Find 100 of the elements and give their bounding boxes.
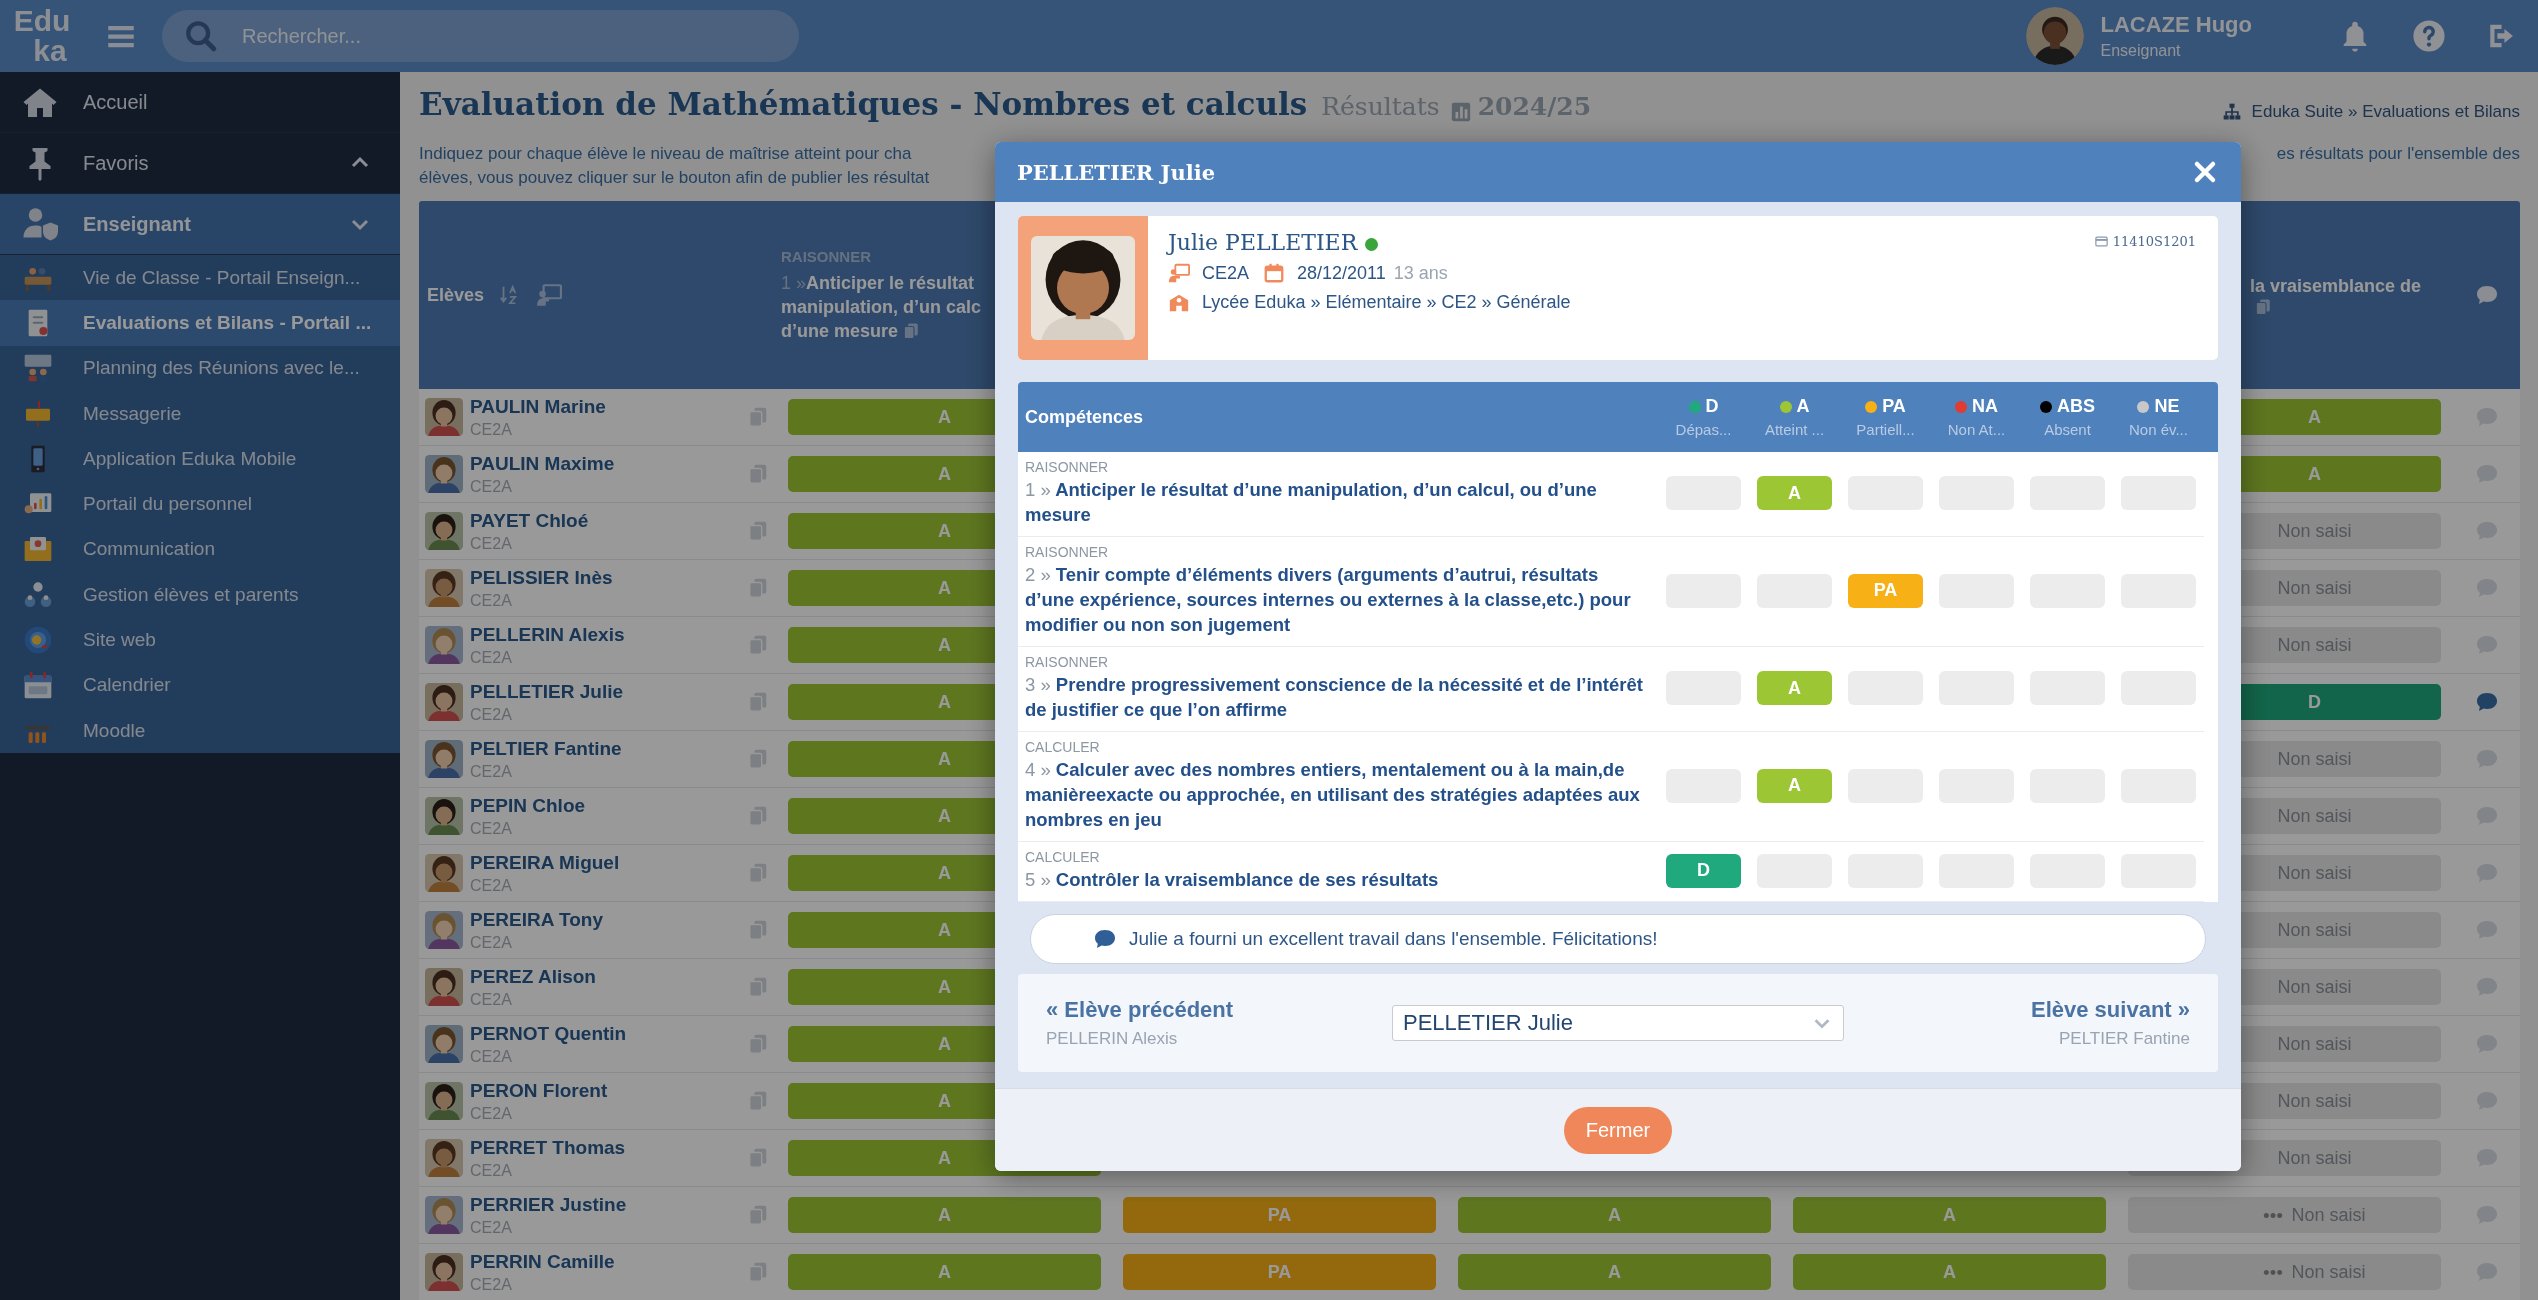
sitemap-icon: [2221, 102, 2242, 122]
sidebar-item[interactable]: Application Eduka Mobile: [0, 436, 400, 482]
student-name[interactable]: PERNOT Quentin: [470, 1022, 627, 1045]
level-cell[interactable]: PA: [1848, 573, 1923, 608]
sidebar-item[interactable]: Enseignant: [0, 194, 400, 255]
copy-icon[interactable]: [747, 463, 769, 485]
chart-icon: [1449, 101, 1472, 123]
sidebar-item[interactable]: Site web: [0, 617, 400, 663]
level-code: NA: [1972, 396, 1998, 417]
sidebar-item[interactable]: Gestion élèves et parents: [0, 572, 400, 618]
student-name[interactable]: PAYET Chloé: [470, 509, 589, 532]
comment-icon: [1093, 927, 1117, 951]
copy-icon[interactable]: [747, 634, 769, 656]
comment-field[interactable]: Julie a fourni un excellent travail dans l'ensemble. Félicitations!: [1030, 914, 2206, 964]
level-code: PA: [1882, 396, 1906, 417]
birth-date: 28/12/2011: [1297, 262, 1386, 284]
comment-icon[interactable]: [2475, 690, 2499, 714]
student-name[interactable]: PELTIER Fantine: [470, 737, 622, 760]
copy-icon[interactable]: [747, 520, 769, 542]
user-name: LACAZE Hugo: [2100, 12, 2252, 38]
column-header: la vraisemblance de: [2250, 275, 2422, 298]
copy-icon[interactable]: [747, 862, 769, 884]
sidebar-item[interactable]: Portail du personnel: [0, 481, 400, 527]
copy-icon[interactable]: [902, 321, 921, 340]
level-code: A: [1796, 396, 1810, 417]
level-label: Non At...: [1947, 421, 2006, 438]
level-label: Dépas...: [1675, 421, 1732, 438]
grade-badge[interactable]: A: [1793, 1197, 2106, 1233]
id-card-icon: [2093, 234, 2109, 249]
copy-icon[interactable]: [747, 691, 769, 713]
copy-icon[interactable]: [747, 748, 769, 770]
level-cell[interactable]: A: [1757, 671, 1832, 705]
grade-badge[interactable]: A: [1458, 1197, 1771, 1233]
student-name[interactable]: PEREIRA Miguel: [470, 851, 620, 874]
close-button[interactable]: Fermer: [1563, 1106, 1673, 1154]
grade-badge[interactable]: PA: [1123, 1254, 1436, 1290]
presentation-icon[interactable]: [536, 282, 563, 308]
breadcrumb[interactable]: Eduka Suite » Evaluations et Bilans: [2251, 102, 2520, 122]
student-name[interactable]: PERON Florent: [470, 1079, 608, 1102]
student-name[interactable]: PERRET Thomas: [470, 1136, 626, 1159]
copy-icon[interactable]: [747, 1147, 769, 1169]
level-cell[interactable]: A: [1757, 768, 1832, 803]
sidebar-item[interactable]: Communication: [0, 526, 400, 573]
column-header[interactable]: Elèves: [427, 284, 485, 306]
comment-icon[interactable]: [2475, 283, 2499, 307]
sidebar-item[interactable]: Messagerie: [0, 390, 400, 437]
copy-icon[interactable]: [747, 1033, 769, 1055]
close-icon[interactable]: [2193, 160, 2217, 184]
logo[interactable]: Edu ka: [2, 6, 82, 66]
level-cell[interactable]: A: [1757, 476, 1832, 510]
student-name[interactable]: PEPIN Chloe: [470, 794, 586, 817]
copy-icon[interactable]: [2254, 298, 2272, 316]
student-name[interactable]: PEREIRA Tony: [470, 908, 603, 931]
level-label: Absent: [2044, 421, 2091, 438]
copy-icon[interactable]: [747, 976, 769, 998]
dots-icon: [2263, 1268, 2284, 1276]
level-label: Partiell...: [1856, 421, 1915, 438]
copy-icon[interactable]: [747, 1204, 769, 1226]
student-select[interactable]: PELLETIER Julie: [1392, 1005, 1844, 1041]
student-name[interactable]: PELLERIN Alexis: [470, 623, 625, 646]
copy-icon[interactable]: [747, 577, 769, 599]
level-code: NE: [2154, 396, 2180, 417]
student-name[interactable]: PAULIN Maxime: [470, 452, 615, 475]
description-text: Indiquez pour chaque élève le niveau de maîtrise atteint pour cha: [419, 143, 913, 165]
grade-badge[interactable]: A: [1793, 1254, 2106, 1290]
student-name[interactable]: PELLETIER Julie: [470, 680, 624, 703]
search-field[interactable]: Rechercher...: [162, 10, 799, 62]
student-name[interactable]: PERRIER Justine: [470, 1193, 627, 1216]
copy-icon[interactable]: [747, 406, 769, 428]
sidebar-item[interactable]: Calendrier: [0, 662, 400, 708]
comment-text: Julie a fourni un excellent travail dans l'ensemble. Félicitations!: [1129, 928, 1658, 950]
help-icon[interactable]: [2412, 19, 2446, 53]
student-name[interactable]: PEREZ Alison: [470, 965, 596, 988]
sidebar-item[interactable]: Moodle: [0, 707, 400, 754]
copy-icon[interactable]: [747, 919, 769, 941]
level-cell[interactable]: D: [1666, 853, 1741, 888]
search-icon: [184, 19, 218, 53]
description-text: es résultats pour l'ensemble des: [2276, 143, 2520, 165]
copy-icon[interactable]: [747, 1090, 769, 1112]
grade-badge[interactable]: A: [788, 1197, 1101, 1233]
description-text: élèves, vous pouvez cliquer sur le bouton afin de publier les résultat: [419, 167, 930, 189]
copy-icon[interactable]: [747, 1261, 769, 1283]
dots-icon: [2263, 1211, 2284, 1219]
teacher-icon: [22, 206, 58, 242]
level-label: Non év...: [2129, 421, 2188, 438]
dialog-title: PELLETIER Julie: [1017, 159, 1216, 185]
student-name[interactable]: PAULIN Marine: [470, 395, 606, 418]
column-header: d’une mesure: [781, 319, 899, 343]
copy-icon[interactable]: [747, 805, 769, 827]
grade-badge[interactable]: PA: [1123, 1197, 1436, 1233]
student-name[interactable]: PERRIN Camille: [470, 1250, 615, 1273]
sidebar-item[interactable]: Accueil: [0, 72, 400, 133]
level-code: ABS: [2057, 396, 2095, 417]
student-name: Julie PELLETIER: [1168, 230, 1358, 255]
classroom-icon: [1168, 262, 1190, 284]
user-role: Enseignant: [2100, 42, 2182, 60]
grade-badge[interactable]: A: [1458, 1254, 1771, 1290]
student-name[interactable]: PELISSIER Inès: [470, 566, 613, 589]
sidebar-item[interactable]: Evaluations et Bilans - Portail ...: [0, 300, 400, 346]
grade-badge[interactable]: A: [788, 1254, 1101, 1290]
